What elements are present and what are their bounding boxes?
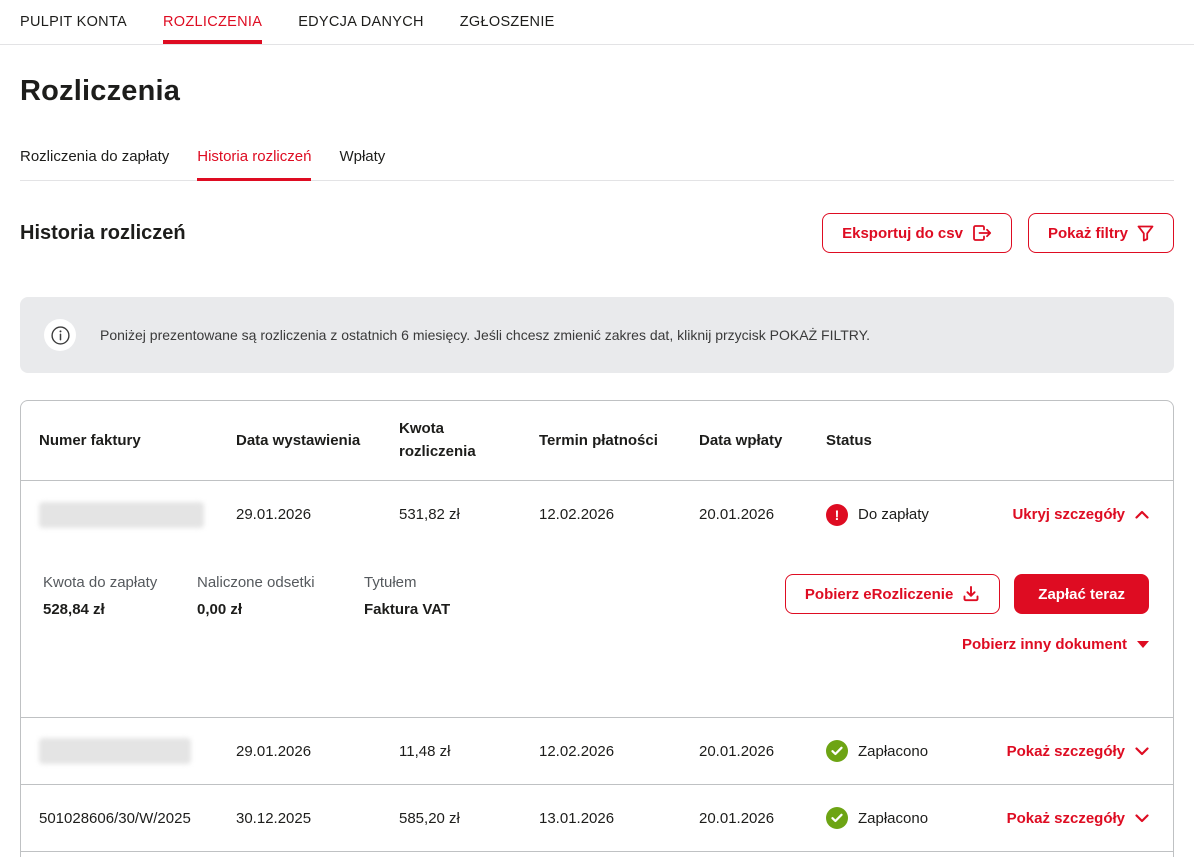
section-header: Historia rozliczeń Eksportuj do csv Poka… — [20, 213, 1174, 253]
status-badge: ! Do zapłaty — [826, 504, 976, 526]
alert-icon: ! — [826, 504, 848, 526]
table-row-partial — [21, 851, 1173, 857]
page-title: Rozliczenia — [20, 75, 1174, 108]
table-row: 29.01.2026 531,82 zł 12.02.2026 20.01.20… — [21, 481, 1173, 548]
amount: 585,20 zł — [399, 810, 539, 827]
top-navigation: PULPIT KONTA ROZLICZENIA EDYCJA DANYCH Z… — [0, 0, 1194, 45]
col-header-payment-date: Data wpłaty — [699, 432, 826, 449]
invoice-number: 501028606/30/W/2025 — [39, 810, 236, 827]
section-title: Historia rozliczeń — [20, 222, 186, 245]
col-header-issue-date: Data wystawienia — [236, 432, 399, 449]
title-label: Tytułem — [364, 574, 450, 591]
info-banner-text: Poniżej prezentowane są rozliczenia z os… — [100, 327, 870, 343]
invoice-number-redacted — [39, 738, 236, 764]
table-row: 501028606/30/W/2025 30.12.2025 585,20 zł… — [21, 784, 1173, 851]
nav-item-zgloszenie[interactable]: ZGŁOSZENIE — [460, 0, 555, 44]
show-filters-label: Pokaż filtry — [1048, 225, 1128, 242]
nav-item-rozliczenia[interactable]: ROZLICZENIA — [163, 0, 262, 44]
export-icon — [972, 224, 992, 242]
pay-now-button[interactable]: Zapłać teraz — [1014, 574, 1149, 614]
amount-due-value: 528,84 zł — [43, 601, 197, 618]
download-icon — [962, 585, 980, 603]
billing-history-table: Numer faktury Data wystawienia Kwota roz… — [20, 400, 1174, 857]
col-header-invoice: Numer faktury — [39, 432, 236, 449]
table-header-row: Numer faktury Data wystawienia Kwota roz… — [21, 401, 1173, 481]
col-header-amount: Kwota rozliczenia — [399, 418, 539, 463]
row-details-panel: Kwota do zapłaty 528,84 zł Naliczone ods… — [21, 548, 1173, 717]
interest-value: 0,00 zł — [197, 601, 364, 618]
invoice-number-redacted — [39, 502, 236, 528]
tab-bar: Rozliczenia do zapłaty Historia rozlicze… — [20, 148, 1174, 181]
col-header-due-date: Termin płatności — [539, 432, 699, 449]
issue-date: 29.01.2026 — [236, 506, 399, 523]
hide-details-link[interactable]: Ukryj szczegóły — [1012, 506, 1149, 523]
tab-rozliczenia-do-zaplaty[interactable]: Rozliczenia do zapłaty — [20, 148, 169, 180]
tab-wplaty[interactable]: Wpłaty — [339, 148, 385, 180]
show-details-link[interactable]: Pokaż szczegóły — [1007, 743, 1149, 760]
table-row: 29.01.2026 11,48 zł 12.02.2026 20.01.202… — [21, 717, 1173, 784]
tab-historia-rozliczen[interactable]: Historia rozliczeń — [197, 148, 311, 180]
export-csv-button[interactable]: Eksportuj do csv — [822, 213, 1012, 253]
amount: 531,82 zł — [399, 506, 539, 523]
caret-down-icon — [1137, 641, 1149, 648]
download-other-document-link[interactable]: Pobierz inny dokument — [962, 636, 1149, 653]
nav-item-edycja-danych[interactable]: EDYCJA DANYCH — [298, 0, 424, 44]
check-icon — [826, 740, 848, 762]
payment-date: 20.01.2026 — [699, 743, 826, 760]
info-icon — [44, 319, 76, 351]
payment-date: 20.01.2026 — [699, 506, 826, 523]
show-details-link[interactable]: Pokaż szczegóły — [1007, 810, 1149, 827]
issue-date: 29.01.2026 — [236, 743, 399, 760]
check-icon — [826, 807, 848, 829]
chevron-down-icon — [1135, 814, 1149, 823]
show-filters-button[interactable]: Pokaż filtry — [1028, 213, 1174, 253]
chevron-down-icon — [1135, 747, 1149, 756]
due-date: 13.01.2026 — [539, 810, 699, 827]
interest-label: Naliczone odsetki — [197, 574, 364, 591]
chevron-up-icon — [1135, 510, 1149, 519]
amount: 11,48 zł — [399, 743, 539, 760]
payment-date: 20.01.2026 — [699, 810, 826, 827]
issue-date: 30.12.2025 — [236, 810, 399, 827]
amount-due-label: Kwota do zapłaty — [43, 574, 197, 591]
section-actions: Eksportuj do csv Pokaż filtry — [822, 213, 1174, 253]
status-badge: Zapłacono — [826, 740, 976, 762]
due-date: 12.02.2026 — [539, 743, 699, 760]
col-header-status: Status — [826, 432, 976, 449]
filter-icon — [1137, 225, 1154, 242]
status-badge: Zapłacono — [826, 807, 976, 829]
nav-item-pulpit-konta[interactable]: PULPIT KONTA — [20, 0, 127, 44]
download-erozliczenie-button[interactable]: Pobierz eRozliczenie — [785, 574, 1000, 614]
title-value: Faktura VAT — [364, 601, 450, 618]
due-date: 12.02.2026 — [539, 506, 699, 523]
export-csv-label: Eksportuj do csv — [842, 225, 963, 242]
info-banner: Poniżej prezentowane są rozliczenia z os… — [20, 297, 1174, 373]
